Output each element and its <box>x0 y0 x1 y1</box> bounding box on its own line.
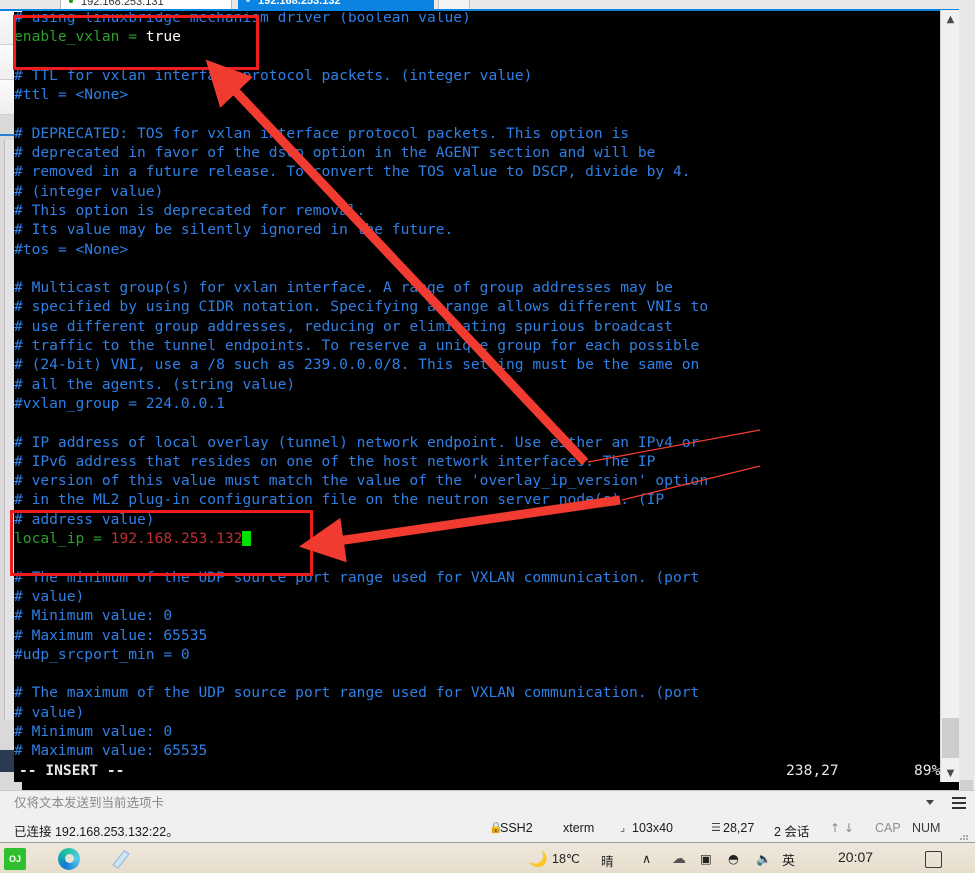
tab-status-dot-icon <box>69 0 73 3</box>
chevron-up-icon[interactable]: ∧ <box>642 851 651 873</box>
scrollbar-thumb[interactable] <box>942 718 959 758</box>
display-icon[interactable]: ▣ <box>700 851 712 873</box>
terminal-line: # in the ML2 plug-in configuration file … <box>14 491 665 509</box>
terminal-line: # The minimum of the UDP source port ran… <box>14 568 700 586</box>
terminal-text: # using linuxbridge mechanism driver (bo… <box>14 12 708 761</box>
moon-icon: 🌙 <box>529 851 548 868</box>
notification-icon[interactable] <box>925 851 942 868</box>
session-count-label: 2 会话 <box>774 825 810 839</box>
transfer-arrows-icon: ↑ ↓ <box>830 821 854 835</box>
terminal-line: # traffic to the tunnel endpoints. To re… <box>14 337 700 355</box>
terminal-line: local_ip = 192.168.253.132 <box>14 529 708 548</box>
terminal-line: # IP address of local overlay (tunnel) n… <box>14 433 700 451</box>
terminal-scrollbar[interactable]: ▲ ▼ <box>940 10 960 782</box>
wifi-icon[interactable]: ◓ <box>728 851 739 873</box>
terminal-line: # Minimum value: 0 <box>14 607 173 625</box>
weather-label: 晴 <box>601 855 614 869</box>
vim-scroll-percent: 89% <box>914 762 941 779</box>
temperature-label: 18℃ <box>552 852 580 866</box>
terminal-line: # (integer value) <box>14 182 164 200</box>
screen: 192.168.253.131 192.168.253.132 # using … <box>0 0 975 873</box>
terminal-line: #ttl = <None> <box>14 86 129 104</box>
terminal-line: # all the agents. (string value) <box>14 375 296 393</box>
notepad-icon[interactable] <box>110 848 132 870</box>
hamburger-menu-icon[interactable] <box>952 797 966 809</box>
protocol-label: SSH2 <box>500 821 533 835</box>
tab-status-dot-icon <box>246 0 250 2</box>
terminal-type-label: xterm <box>563 821 595 835</box>
num-lock-indicator: NUM <box>912 821 941 835</box>
clock-label[interactable]: 20:07 <box>838 849 873 873</box>
cursor-position-label: 28,27 <box>723 821 755 835</box>
chevron-down-icon[interactable] <box>926 800 934 805</box>
terminal-cursor <box>242 531 252 547</box>
terminal-line: #vxlan_group = 224.0.0.1 <box>14 394 225 412</box>
terminal-line: # specified by using CIDR notation. Spec… <box>14 298 709 316</box>
terminal-line: # Maximum value: 65535 <box>14 626 208 644</box>
terminal-line: # The maximum of the UDP source port ran… <box>14 684 700 702</box>
status-bar: 已连接 192.168.253.132:22。 🔒 SSH2 xterm ⌟ 1… <box>0 816 975 842</box>
terminal-line: # version of this value must match the v… <box>14 472 709 490</box>
terminal-line: # Its value may be silently ignored in t… <box>14 221 454 239</box>
terminal-line: # Minimum value: 0 <box>14 722 173 740</box>
terminal-line: # Multicast group(s) for vxlan interface… <box>14 279 673 297</box>
vim-status-line: -- INSERT -- 238,27 89% <box>14 760 941 782</box>
caps-lock-indicator: CAP <box>875 821 901 835</box>
terminal-line: #udp_srcport_min = 0 <box>14 645 190 663</box>
scroll-up-arrow-icon[interactable]: ▲ <box>941 10 960 28</box>
cloud-icon[interactable]: ☁ <box>672 850 686 873</box>
edge-browser-icon[interactable] <box>58 848 80 870</box>
grid-icon: ⌟ <box>620 821 626 834</box>
tab-accent-line <box>0 9 975 11</box>
terminal-line: # use different group addresses, reducin… <box>14 317 673 335</box>
terminal-line: #tos = <None> <box>14 240 129 258</box>
send-text-input[interactable]: 仅将文本发送到当前选项卡 <box>14 794 914 813</box>
vim-cursor-position: 238,27 <box>786 762 839 779</box>
right-margin <box>959 0 975 790</box>
terminal-line: enable_vxlan = true <box>14 28 181 46</box>
scroll-down-arrow-icon[interactable]: ▼ <box>941 764 960 782</box>
send-text-bar[interactable]: 仅将文本发送到当前选项卡 <box>0 790 975 818</box>
windows-taskbar[interactable]: OJ 🌙 18℃ 晴 ∧ ☁ ▣ ◓ 🔈 英 20:07 <box>0 842 975 873</box>
terminal-line: # Maximum value: 65535 <box>14 742 208 760</box>
tab-bar: 192.168.253.131 192.168.253.132 <box>0 0 975 11</box>
app-green-icon[interactable]: OJ <box>4 848 26 870</box>
terminal-line: # address value) <box>14 510 155 528</box>
terminal-line: # deprecated in favor of the dscp option… <box>14 144 656 162</box>
terminal-line: # value) <box>14 587 85 605</box>
terminal-line: # IPv6 address that resides on one of th… <box>14 452 656 470</box>
connection-status: 已连接 192.168.253.132:22。 <box>14 825 179 839</box>
terminal-line: # using linuxbridge mechanism driver (bo… <box>14 12 471 26</box>
cursor-icon: ☰ <box>711 821 721 834</box>
resize-grip[interactable] <box>960 834 968 840</box>
terminal-line: # TTL for vxlan interface protocol packe… <box>14 66 533 84</box>
volume-icon[interactable]: 🔈 <box>756 851 772 873</box>
terminal-view[interactable]: # using linuxbridge mechanism driver (bo… <box>14 12 937 782</box>
terminal-line: # This option is deprecated for removal. <box>14 201 366 219</box>
ime-indicator[interactable]: 英 <box>782 850 795 873</box>
terminal-line: # value) <box>14 703 85 721</box>
terminal-size-label: 103x40 <box>632 821 674 835</box>
terminal-line: # (24-bit) VNI, use a /8 such as 239.0.0… <box>14 356 700 374</box>
vim-mode-indicator: -- INSERT -- <box>19 762 125 779</box>
terminal-line: # removed in a future release. To conver… <box>14 163 691 181</box>
terminal-line: # DEPRECATED: TOS for vxlan interface pr… <box>14 124 630 142</box>
